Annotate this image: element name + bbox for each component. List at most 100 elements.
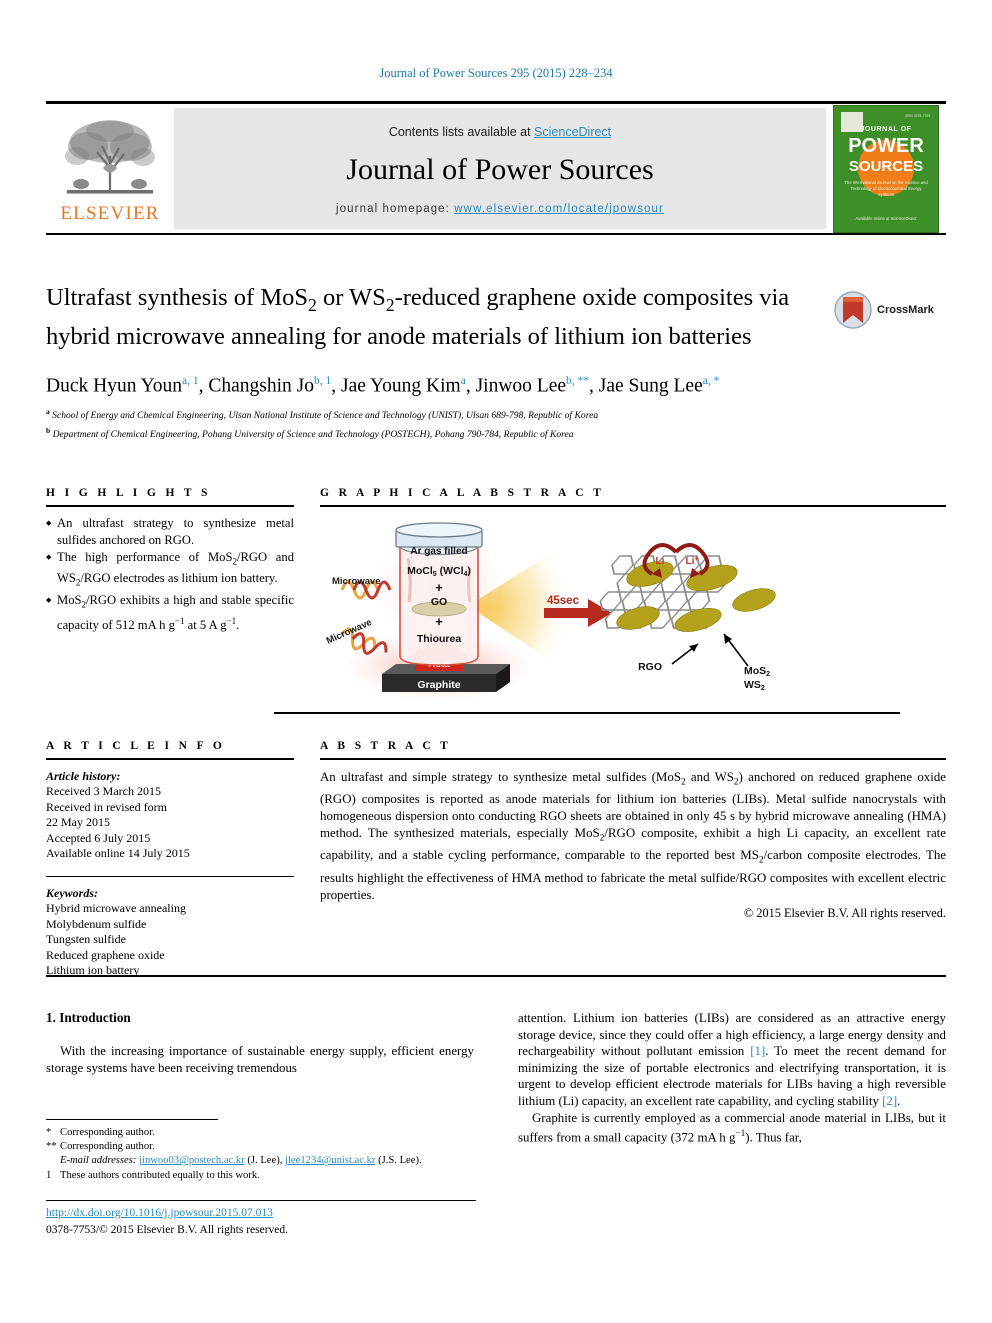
label-go: GO [431,596,447,608]
email-link-jslee[interactable]: jlee1234@unist.ac.kr [285,1155,375,1166]
article-info-column: A R T I C L E I N F O Article history: R… [46,740,294,979]
affiliation-b: b Department of Chemical Engineering, Po… [46,424,946,442]
affiliation-a-text: School of Energy and Chemical Engineerin… [52,410,599,422]
label-li: Li [656,556,665,567]
section-heading-introduction: 1. Introduction [46,1010,474,1026]
list-item: An ultrafast strategy to synthesize meta… [46,515,294,548]
section-number: 1. [46,1010,56,1025]
author-4-name: Jinwoo Lee [475,375,567,397]
section-title: Introduction [59,1010,131,1025]
history-line: 22 May 2015 [46,815,110,830]
elsevier-tree-icon [65,120,155,194]
body-column-right: attention. Lithium ion batteries (LIBs) … [518,1010,946,1146]
abstract-heading: A B S T R A C T [320,740,452,752]
graphical-abstract-heading: G R A P H I C A L A B S T R A C T [320,487,605,499]
author-1-name: Duck Hyun Youn [46,375,182,397]
label-li-ion: Li+ [686,556,699,567]
doi-link[interactable]: http://dx.doi.org/10.1016/j.jpowsour.201… [46,1207,273,1219]
citation-link[interactable]: [1] [750,1044,765,1058]
keywords-title: Keywords: [46,885,98,900]
title-part-1: Ultrafast synthesis of MoS [46,284,308,311]
keyword-item: Reduced graphene oxide [46,947,165,962]
svg-text:Graphite: Graphite [417,679,460,691]
crossmark-badge[interactable]: CrossMark [834,288,946,332]
journal-homepage-line: journal homepage: www.elsevier.com/locat… [336,203,664,215]
crossmark-label: CrossMark [877,304,934,316]
label-mos2: MoS2 [744,665,770,678]
title-part-1b: or WS [316,284,386,311]
affiliation-a-mark: a [46,407,50,417]
article-info-heading: A R T I C L E I N F O [46,740,226,752]
body-paragraph: With the increasing importance of sustai… [46,1044,474,1075]
title-part-3: lithium ion batteries [554,322,752,350]
body-column-left: 1. Introduction With the increasing impo… [46,1010,474,1076]
history-line: Received 3 March 2015 [46,784,161,798]
history-line: Available online 14 July 2015 [46,846,190,861]
journal-band: Contents lists available at ScienceDirec… [174,108,826,229]
graphical-abstract-column: G R A P H I C A L A B S T R A C T Graphi… [320,487,946,708]
journal-masthead: ELSEVIER Contents lists available at Sci… [46,101,946,235]
list-item: MoS2/RGO exhibits a high and stable spec… [46,592,294,634]
graphical-abstract-svg: Graphite Heat [325,522,776,700]
title-part-1c: -reduced graphene oxide [394,284,637,311]
keyword-item: Molybdenum sulfide [46,916,147,931]
keywords-separator [46,875,294,877]
article-info-rule [46,758,294,760]
cover-footer: Available online at ScienceDirect [855,215,917,221]
title-block: CrossMark Ultrafast synthesis of MoS 2 or… [46,282,946,442]
footer-separator [46,1200,476,1201]
footnotes-block: * Corresponding author. ** Corresponding… [46,1126,476,1183]
body-paragraph: Graphite is currently employed as a comm… [518,1110,946,1145]
crossmark-icon [834,291,872,329]
label-thiourea: Thiourea [417,633,461,645]
footnote-corresponding-1: * Corresponding author. [46,1126,476,1140]
journal-homepage-link[interactable]: www.elsevier.com/locate/jpowsour [454,203,664,215]
running-head: Journal of Power Sources 295 (2015) 228–… [379,66,613,80]
affiliation-a: a School of Energy and Chemical Engineer… [46,405,946,423]
journal-cover-thumbnail: ISSN 0378-7753 JOURNAL OF POWER SOURCES … [826,104,946,233]
email-link-jinwoo[interactable]: jinwoo03@postech.ac.kr [139,1155,245,1166]
history-line: Received in revised form [46,799,167,814]
affiliation-b-mark: b [46,426,51,436]
list-item: The high performance of MoS2/RGO and WS2… [46,549,294,591]
label-ws2: WS2 [744,679,765,692]
cover-subtitle: The International Journal on the Science… [844,179,928,197]
footnote-text: Corresponding author. [60,1127,155,1138]
author-3-marks: a [460,374,466,387]
elsevier-logo: ELSEVIER [46,104,174,233]
keyword-item: Tungsten sulfide [46,932,126,947]
abstract-copyright: © 2015 Elsevier B.V. All rights reserved… [743,906,946,921]
sciencedirect-link[interactable]: ScienceDirect [534,125,611,139]
contents-line: Contents lists available at ScienceDirec… [389,125,611,139]
keyword-item: Hybrid microwave annealing [46,900,186,915]
affiliation-b-text: Department of Chemical Engineering, Poha… [52,429,574,441]
author-5-marks: a, * [702,374,720,387]
footnote-text: Corresponding author. [60,1141,155,1153]
double-asterisk-icon: ** [46,1141,57,1153]
author-2-marks: b, 1 [313,374,332,387]
footnote-equal-contribution: 1 These authors contributed equally to t… [46,1169,476,1183]
highlights-list: An ultrafast strategy to synthesize meta… [46,507,294,634]
graphical-abstract-rule [320,505,946,507]
rgo-pointer: RGO [638,643,699,673]
citation-link[interactable]: [2] [882,1094,897,1108]
author-1-marks: a, 1 [181,374,199,387]
title-sub-2: 2 [385,294,395,315]
email-owner-2: (J.S. Lee). [378,1155,422,1167]
label-rgo: RGO [638,661,662,673]
abstract-column: A B S T R A C T An ultrafast and simple … [320,740,946,921]
svg-text:+: + [435,614,443,629]
author-list: Duck Hyun Youna, 1, Changshin Job, 1, Ja… [46,374,720,397]
cover-art: ISSN 0378-7753 JOURNAL OF POWER SOURCES … [833,104,939,233]
footnote-corresponding-2: ** Corresponding author. [46,1140,476,1154]
elsevier-wordmark: ELSEVIER [60,203,160,224]
label-microwave-1: Microwave [332,576,381,587]
sulfide-pointer: MoS2 WS2 [723,633,770,692]
highlights-heading: H I G H L I G H T S [46,487,211,499]
label-45sec: 45sec [547,595,580,607]
graphical-abstract-figure: Graphite Heat [320,516,946,708]
asterisk-icon: * [46,1127,52,1138]
history-line: Accepted 6 July 2015 [46,830,151,845]
cover-journal-of: JOURNAL OF [860,125,912,133]
article-history-title: Article history: [46,769,121,783]
